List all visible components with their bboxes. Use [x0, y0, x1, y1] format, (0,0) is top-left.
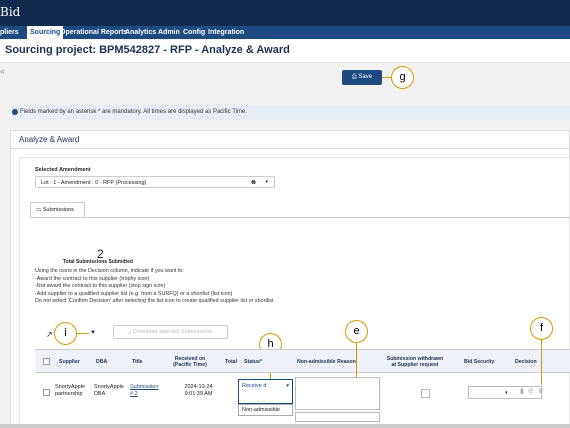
nav-item-admin[interactable]: Admin: [158, 26, 180, 39]
nav-item-suppliers[interactable]: pliers: [0, 26, 19, 39]
scrollbar[interactable]: [0, 424, 570, 428]
chevron-down-icon: ▾: [505, 390, 508, 396]
callout-e: e: [345, 320, 368, 343]
received-date: 2024-10-24 9:01:39 AM: [184, 384, 213, 397]
instruction-line: Using the icons in the Decision column, …: [35, 268, 184, 274]
app-header: Bid: [0, 0, 570, 26]
decision-instructions: Using the icons in the Decision column, …: [35, 268, 273, 306]
main-nav: pliers Sourcing Operational Reports Anal…: [0, 26, 570, 39]
instruction-line: -Add supplier to a qualified supplier li…: [35, 290, 233, 297]
decision-icons: ▮⊘♛: [520, 387, 548, 395]
save-label: Save: [358, 74, 373, 80]
callout-f-line: [541, 340, 543, 385]
non-admissible-reason-input-2[interactable]: [295, 412, 380, 422]
app-title: Bid: [0, 5, 21, 19]
save-button[interactable]: ⎙ Save: [342, 70, 382, 85]
col-bid-security[interactable]: Bid Security: [464, 350, 494, 374]
callout-i: i: [54, 322, 77, 345]
status-value: Receive d: [242, 383, 267, 389]
page-title: Sourcing project: BPM542827 - RFP - Anal…: [5, 44, 290, 56]
submission-count-label: Total Submissions Submitted: [63, 259, 133, 265]
nav-item-sourcing[interactable]: Sourcing: [27, 26, 64, 39]
col-total[interactable]: Total: [225, 350, 237, 374]
trophy-icon[interactable]: ♛: [538, 388, 548, 395]
clear-icon[interactable]: ⊗: [251, 179, 256, 186]
status-select[interactable]: Receive d ▾: [238, 379, 293, 404]
tab-submissions-label: Submissions: [42, 207, 74, 213]
wrench-icon[interactable]: ↗: [46, 330, 53, 339]
non-admissible-reason-input[interactable]: [295, 377, 380, 410]
callout-i-line: [77, 333, 89, 335]
collapse-icon[interactable]: «: [0, 66, 5, 76]
info-banner: Fields marked by an asterisk * are manda…: [10, 105, 570, 120]
section-title: Analyze & Award: [11, 131, 570, 149]
chevron-down-icon[interactable]: ▾: [265, 179, 268, 185]
amendment-select[interactable]: Lot : 1 - Amendment : 0 - RFP (Processin…: [35, 176, 275, 188]
amendment-value: Lot : 1 - Amendment : 0 - RFP (Processin…: [41, 180, 147, 186]
nav-item-analytics[interactable]: Analytics: [125, 26, 156, 39]
table-header: Supplier DBA Title Received on (Pacific …: [35, 349, 570, 373]
select-all-checkbox[interactable]: [43, 358, 50, 365]
nav-item-config[interactable]: Config: [183, 26, 205, 39]
col-status[interactable]: Status*: [244, 350, 262, 374]
callout-g: g: [391, 66, 414, 89]
col-decision[interactable]: Decision: [515, 350, 537, 374]
info-text: Fields marked by an asterisk * are manda…: [20, 109, 247, 115]
amendment-label: Selected Amendment: [35, 167, 91, 173]
dba-name: SnortyApple DBA: [94, 384, 124, 397]
col-dba[interactable]: DBA: [96, 350, 107, 374]
col-title[interactable]: Title: [132, 350, 143, 374]
page-title-bar: Sourcing project: BPM542827 - RFP - Anal…: [0, 39, 570, 63]
list-icon[interactable]: ▮: [520, 388, 528, 395]
supplier-name: SnortyApple partnership: [55, 384, 85, 397]
nav-item-operational-reports[interactable]: Operational Reports: [60, 26, 127, 39]
save-icon: ⎙: [351, 74, 357, 80]
instruction-line: -Award the contract to this supplier (tr…: [35, 275, 150, 282]
chevron-down-icon: ▾: [286, 383, 289, 389]
col-withdrawn[interactable]: Submission withdrawn at Supplier request: [385, 350, 445, 374]
row-checkbox[interactable]: [43, 389, 50, 396]
tab-divider: [30, 217, 570, 218]
tab-submissions[interactable]: ▭ Submissions: [30, 202, 85, 217]
col-supplier[interactable]: Supplier: [59, 350, 80, 374]
col-received[interactable]: Received on (Pacific Time): [170, 350, 210, 374]
instruction-line: -Not award the contract to this supplier…: [35, 283, 166, 289]
nav-item-integration[interactable]: Integration: [208, 26, 244, 39]
instruction-line: Do not select 'Confirm Decision' after s…: [35, 298, 274, 304]
download-label: Download selected Submissions: [132, 329, 213, 335]
stop-icon[interactable]: ⊘: [528, 388, 538, 395]
submission-link[interactable]: Submission # 2: [130, 384, 162, 398]
submissions-tab-icon: ▭: [36, 207, 42, 213]
filter-icon[interactable]: ▼: [90, 330, 96, 336]
callout-f: f: [530, 317, 553, 340]
withdrawn-checkbox[interactable]: [421, 389, 430, 398]
info-icon: [12, 109, 18, 115]
status-option-non-admissible[interactable]: Non-admissible: [238, 404, 293, 416]
col-non-admissible-reason[interactable]: Non-admissible Reason: [297, 350, 356, 374]
download-submissions-button[interactable]: ⤓ Download selected Submissions: [113, 325, 228, 339]
